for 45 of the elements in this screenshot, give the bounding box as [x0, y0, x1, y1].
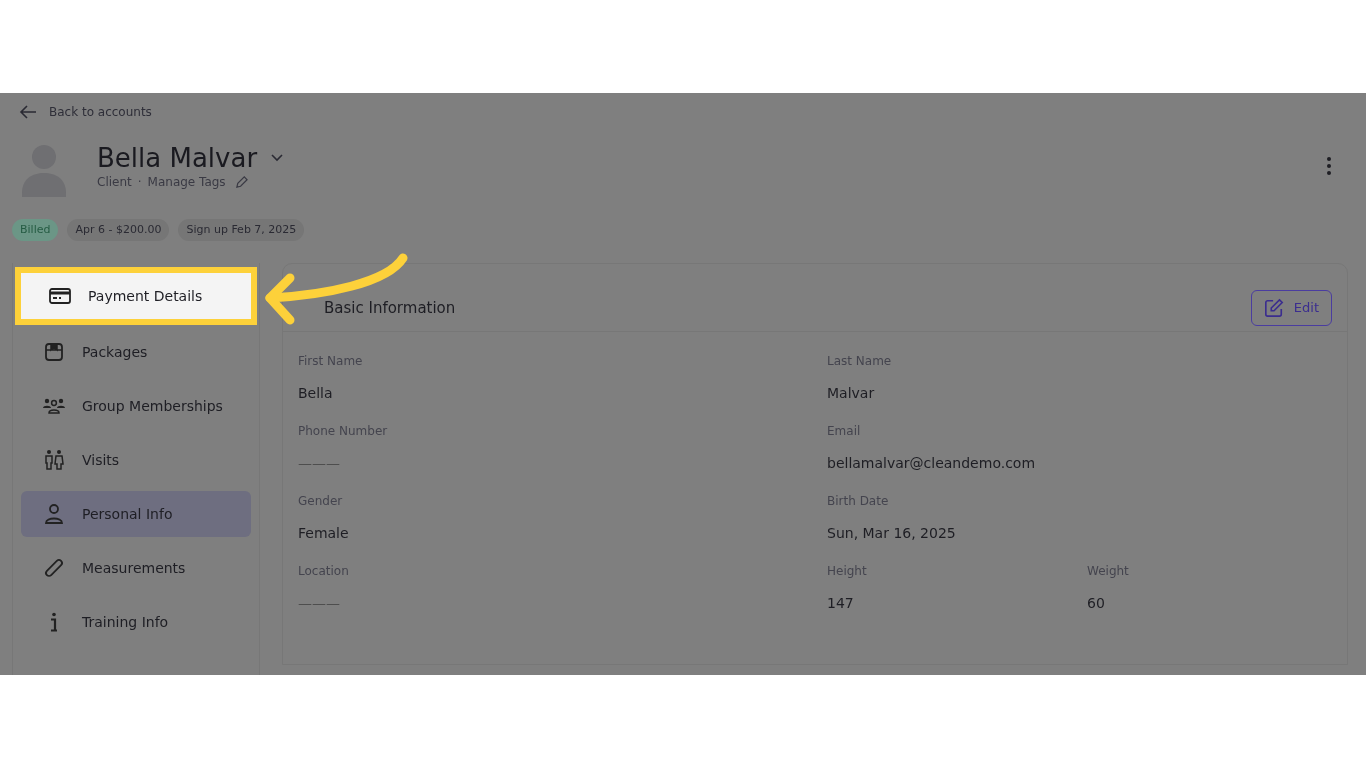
client-name: Bella Malvar [97, 143, 258, 173]
field-value: Sun, Mar 16, 2025 [827, 525, 957, 542]
manage-tags-link[interactable]: Manage Tags [147, 175, 226, 189]
field-value: Bella [298, 385, 334, 402]
client-role: Client [97, 175, 132, 189]
sidebar-item[interactable]: Visits [21, 437, 251, 483]
people-icon [42, 448, 66, 472]
card-title: Basic Information [324, 298, 456, 317]
tag-chip: Apr 6 - $200.00 [67, 219, 170, 241]
info-icon [50, 612, 58, 632]
field-value: 60 [1087, 595, 1106, 612]
field-label: Height [827, 564, 868, 578]
field-label: First Name [298, 354, 364, 368]
sidebar-item[interactable]: Group Memberships [21, 383, 251, 429]
field-value: bellamalvar@cleandemo.com [827, 455, 1037, 472]
separator-dot: · [137, 175, 142, 189]
back-link[interactable]: Back to accounts [49, 105, 152, 119]
field-value: Malvar [827, 385, 876, 402]
field-label: Last Name [827, 354, 893, 368]
pencil-icon[interactable] [234, 175, 248, 189]
field-label: Email [827, 424, 862, 438]
sidebar-item[interactable]: Training Info [21, 599, 251, 645]
sidebar-item[interactable]: Payment Details [15, 267, 257, 325]
field-label: Location [298, 564, 350, 578]
person-icon [42, 502, 66, 526]
field-value: ——— [298, 595, 341, 612]
sidebar-item[interactable]: Measurements [21, 545, 251, 591]
field-value: Female [298, 525, 350, 542]
ruler-icon [42, 556, 66, 580]
field-label: Phone Number [298, 424, 389, 438]
box-icon [42, 340, 66, 364]
sidebar-item[interactable]: Packages [21, 329, 251, 375]
tag-chip: Sign up Feb 7, 2025 [178, 219, 305, 241]
field-label: Gender [298, 494, 344, 508]
sidebar-item[interactable]: Personal Info [21, 491, 251, 537]
field-label: Weight [1087, 564, 1130, 578]
field-label: Birth Date [827, 494, 890, 508]
field-value: ——— [298, 455, 341, 472]
more-options-icon[interactable] [1327, 157, 1331, 175]
back-arrow-icon[interactable] [19, 105, 37, 119]
edit-icon [1263, 297, 1284, 318]
field-value: 147 [827, 595, 855, 612]
edit-button[interactable]: Edit [1250, 289, 1332, 326]
tag-chip: Billed [12, 219, 59, 241]
chevron-down-icon[interactable] [271, 154, 284, 162]
